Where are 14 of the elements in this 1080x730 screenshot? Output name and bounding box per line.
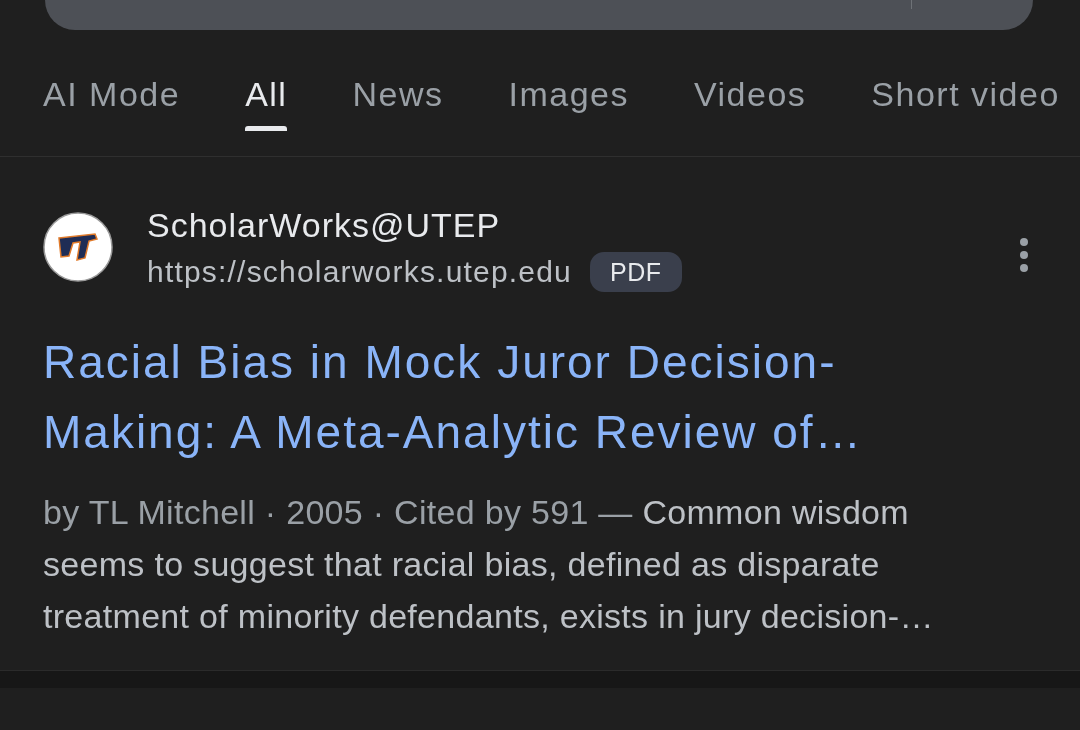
search-tab[interactable]: Short video [871, 30, 1060, 131]
result-snippet: by TL Mitchell · 2005 · Cited by 591 — Common wisdom seems to suggest that racial bias, defined as disparate treatment of minority defendants, exists in jury decision-… [43, 492, 935, 637]
search-tab[interactable]: Videos [693, 30, 807, 131]
search-field[interactable] [45, 0, 1033, 30]
site-name: ScholarWorks@UTEP [147, 205, 501, 245]
file-type-badge: PDF [590, 252, 682, 292]
site-url: https://scholarworks.utep.edu [147, 254, 572, 290]
search-tab[interactable]: Images [508, 30, 629, 131]
search-tab[interactable]: AI Mode [43, 30, 181, 131]
search-tab[interactable]: All [245, 30, 288, 131]
more-options-icon[interactable] [1020, 238, 1028, 272]
site-logo-icon [43, 212, 113, 282]
result-title-link[interactable]: Racial Bias in Mock Juror Decision-Making: A Meta-Analytic Review of… [43, 327, 943, 467]
search-tab[interactable]: News [352, 30, 444, 131]
